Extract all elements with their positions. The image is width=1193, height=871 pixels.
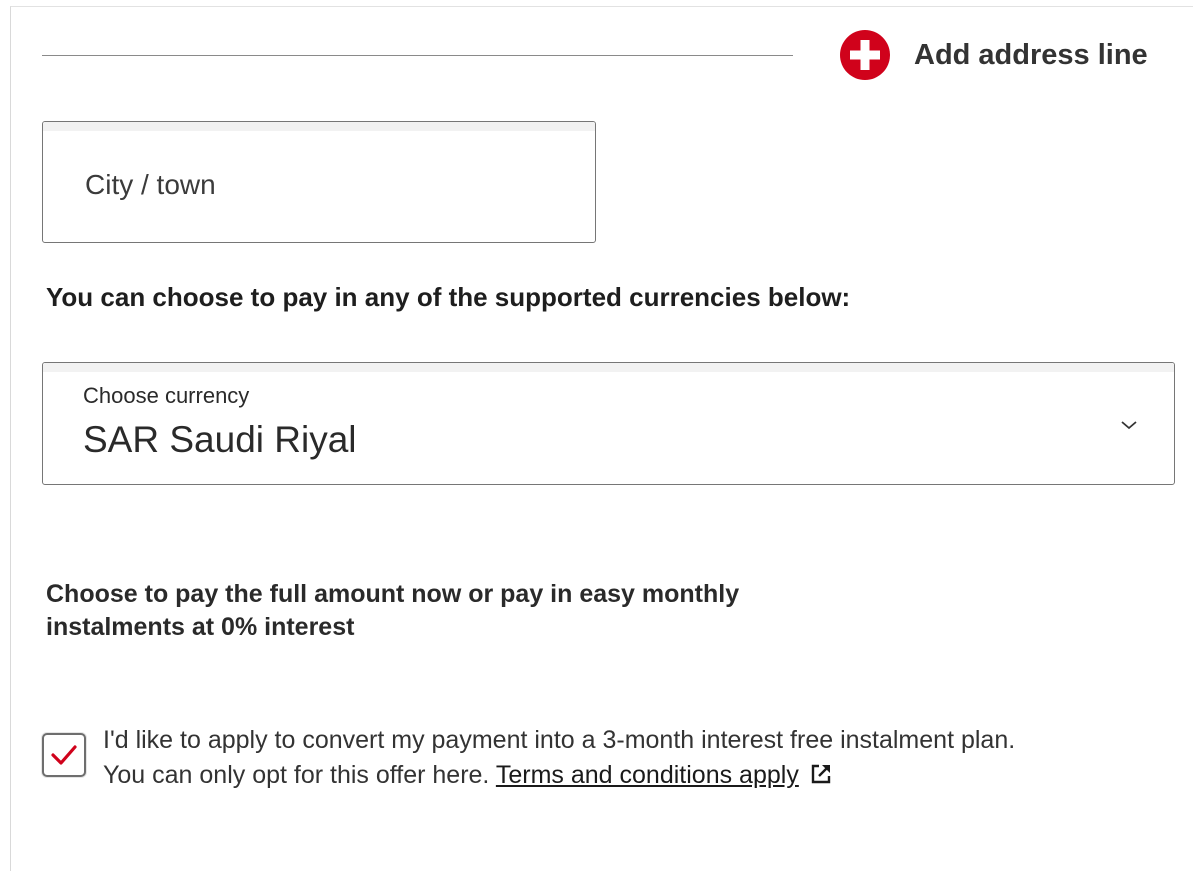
currency-selected-value: SAR Saudi Riyal xyxy=(83,419,357,460)
chevron-down-icon xyxy=(1121,421,1137,430)
add-address-line-label: Add address line xyxy=(914,38,1148,71)
currency-select-label: Choose currency xyxy=(83,383,250,408)
instalment-description: Choose to pay the full amount now or pay… xyxy=(46,578,866,644)
field-inset-shadow xyxy=(43,363,1174,372)
add-address-line-button[interactable]: Add address line xyxy=(840,29,1148,81)
instalment-description-line1: Choose to pay the full amount now or pay… xyxy=(46,580,740,608)
currency-select[interactable]: Choose currency SAR Saudi Riyal xyxy=(42,362,1175,485)
terms-and-conditions-link[interactable]: Terms and conditions apply xyxy=(496,761,799,789)
checkmark-icon xyxy=(51,745,77,765)
currency-heading: You can choose to pay in any of the supp… xyxy=(46,282,851,312)
field-inset-shadow xyxy=(43,122,595,131)
consent-line1: I'd like to apply to convert my payment … xyxy=(103,726,1016,754)
instalment-description-line2: instalments at 0% interest xyxy=(46,613,355,641)
instalment-consent-text: I'd like to apply to convert my payment … xyxy=(103,723,1173,793)
external-link-icon[interactable] xyxy=(809,762,833,786)
city-town-field[interactable] xyxy=(42,121,596,243)
plus-circle-icon xyxy=(840,30,890,80)
section-divider xyxy=(42,55,793,56)
city-town-input[interactable] xyxy=(83,158,567,212)
consent-line2: You can only opt for this offer here. xyxy=(103,761,490,789)
instalment-plan-checkbox[interactable] xyxy=(42,733,86,777)
